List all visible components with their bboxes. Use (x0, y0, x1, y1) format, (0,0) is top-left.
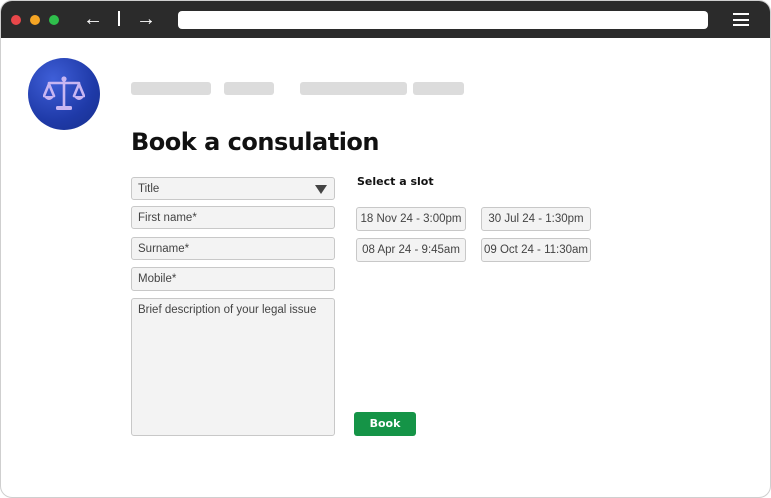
slot-option[interactable]: 08 Apr 24 - 9:45am (356, 238, 466, 262)
nav-placeholder-1 (131, 82, 211, 95)
nav-divider (118, 11, 120, 26)
hamburger-menu-icon[interactable] (733, 13, 749, 30)
legal-issue-textarea[interactable]: Brief description of your legal issue (131, 298, 335, 436)
close-window-button[interactable] (11, 15, 21, 25)
surname-field[interactable]: Surname* (131, 237, 335, 260)
nav-placeholder-3 (300, 82, 407, 95)
back-arrow-icon[interactable]: ← (83, 9, 103, 29)
mobile-field[interactable]: Mobile* (131, 267, 335, 291)
firm-logo (28, 58, 100, 130)
title-select-value: Title (138, 183, 160, 195)
select-slot-heading: Select a slot (357, 175, 434, 188)
first-name-field[interactable]: First name* (131, 206, 335, 229)
nav-placeholder-4 (413, 82, 464, 95)
scales-of-justice-icon (43, 76, 85, 110)
minimize-window-button[interactable] (30, 15, 40, 25)
browser-toolbar: ← → (1, 1, 770, 38)
forward-arrow-icon[interactable]: → (136, 9, 156, 29)
maximize-window-button[interactable] (49, 15, 59, 25)
nav-placeholder-2 (224, 82, 274, 95)
browser-window: ← → Book a consulation Title First name*… (0, 0, 771, 498)
title-select[interactable]: Title (131, 177, 335, 200)
page-title: Book a consulation (131, 128, 380, 156)
dropdown-caret-icon (315, 185, 327, 194)
book-button[interactable]: Book (354, 412, 416, 436)
address-bar[interactable] (178, 11, 708, 29)
slot-option[interactable]: 30 Jul 24 - 1:30pm (481, 207, 591, 231)
slot-option[interactable]: 09 Oct 24 - 11:30am (481, 238, 591, 262)
slot-option[interactable]: 18 Nov 24 - 3:00pm (356, 207, 466, 231)
